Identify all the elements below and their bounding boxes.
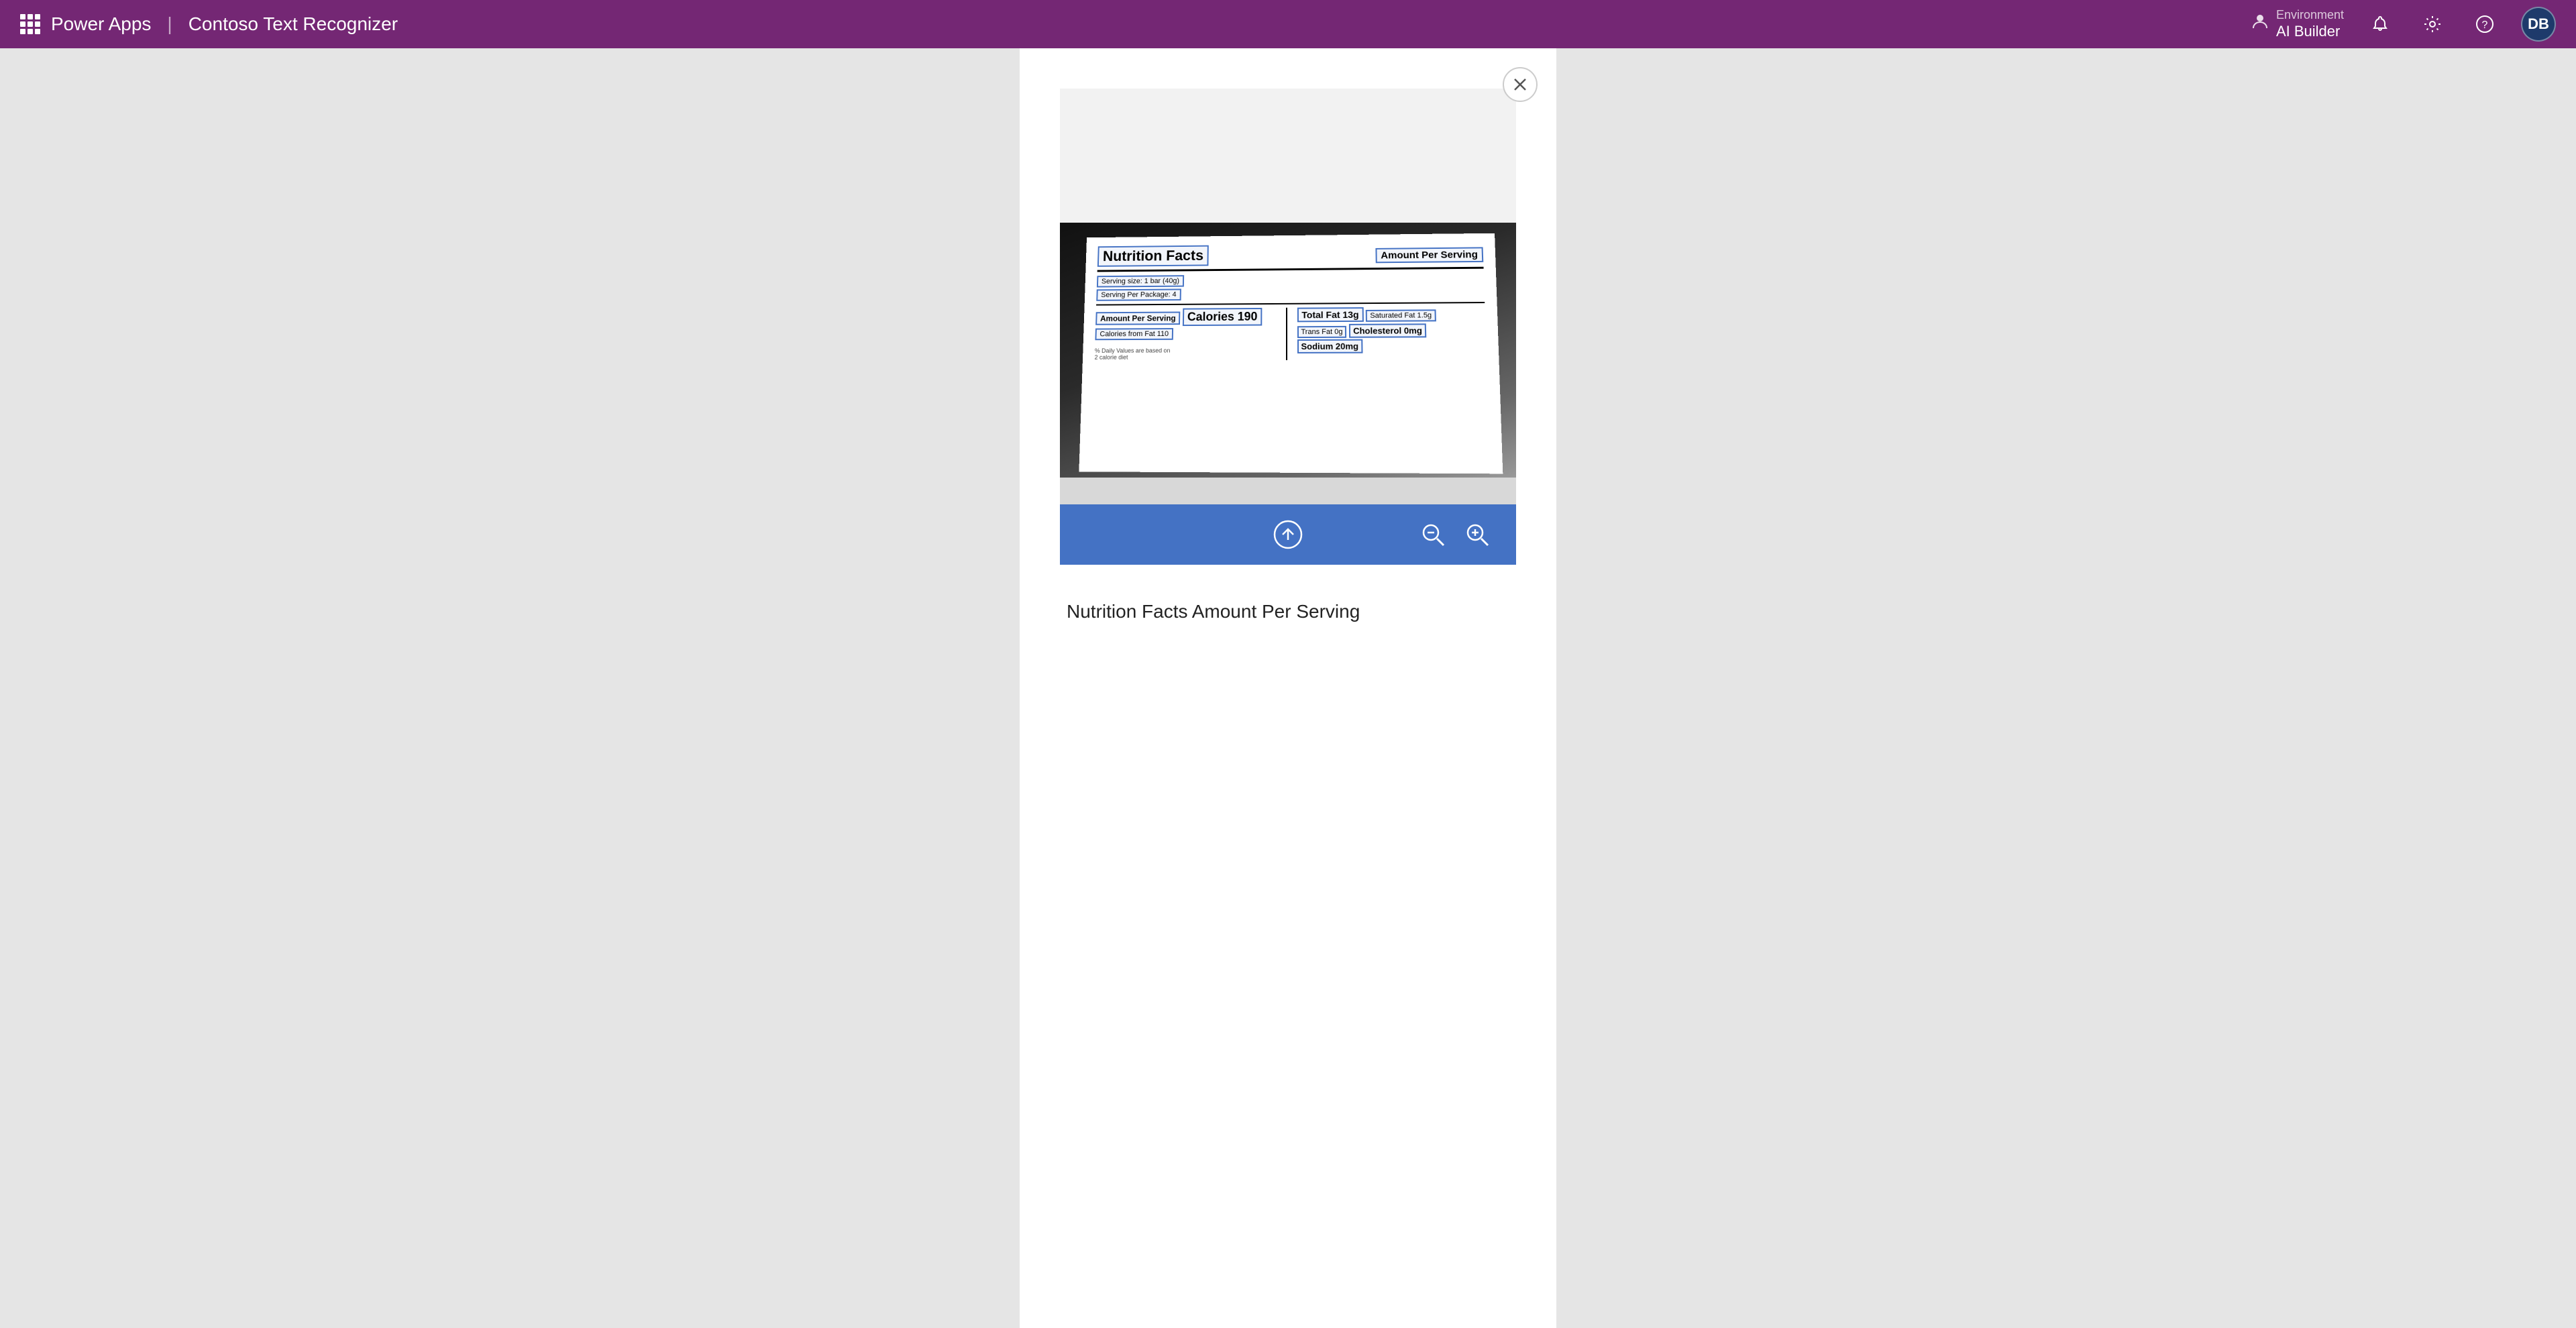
trans-fat-row: Trans Fat 0g xyxy=(1297,326,1346,338)
amount-per-serving-left: Amount Per Serving xyxy=(1095,312,1181,325)
upload-button[interactable] xyxy=(1269,516,1307,553)
zoom-out-button[interactable] xyxy=(1414,516,1452,553)
total-fat-row: Total Fat 13g xyxy=(1297,307,1363,322)
center-panel: Nutrition Facts Amount Per Serving Servi… xyxy=(1020,48,1556,1328)
environment-label: Environment xyxy=(2276,8,2344,23)
calories-row: Calories 190 xyxy=(1183,308,1263,326)
svg-text:?: ? xyxy=(2482,19,2488,31)
nutrition-image: Nutrition Facts Amount Per Serving Servi… xyxy=(1060,89,1516,504)
user-avatar[interactable]: DB xyxy=(2521,7,2556,42)
topbar: Power Apps | Contoso Text Recognizer Env… xyxy=(0,0,2576,48)
image-toolbar xyxy=(1060,504,1516,565)
environment-text: Environment AI Builder xyxy=(2276,8,2344,40)
calories-from-fat-row: Calories from Fat 110 xyxy=(1095,328,1173,340)
result-text: Nutrition Facts Amount Per Serving xyxy=(1060,565,1516,624)
close-button[interactable] xyxy=(1503,67,1538,102)
topbar-left: Power Apps | Contoso Text Recognizer xyxy=(20,13,398,35)
zoom-controls xyxy=(1414,516,1496,553)
saturated-fat-row: Saturated Fat 1.5g xyxy=(1366,309,1436,321)
image-container: Nutrition Facts Amount Per Serving Servi… xyxy=(1060,89,1516,565)
amount-per-serving-header: Amount Per Serving xyxy=(1375,247,1483,263)
topbar-right: Environment AI Builder ? DB xyxy=(2251,7,2556,42)
help-button[interactable]: ? xyxy=(2469,8,2501,40)
sodium-row: Sodium 20mg xyxy=(1297,339,1362,353)
nutrition-facts-title: Nutrition Facts xyxy=(1097,245,1209,267)
cholesterol-row: Cholesterol 0mg xyxy=(1349,323,1426,337)
environment-icon xyxy=(2251,12,2269,36)
zoom-in-button[interactable] xyxy=(1458,516,1496,553)
environment-name: AI Builder xyxy=(2276,23,2344,40)
main-content: Nutrition Facts Amount Per Serving Servi… xyxy=(0,48,2576,1328)
environment-block: Environment AI Builder xyxy=(2251,8,2344,40)
app-name: Power Apps xyxy=(51,13,151,35)
serving-per-package-row: Serving Per Package: 4 xyxy=(1096,289,1181,301)
waffle-menu-icon[interactable] xyxy=(20,14,40,34)
settings-button[interactable] xyxy=(2416,8,2449,40)
right-gray-area xyxy=(1556,48,2576,1328)
left-gray-area xyxy=(0,48,1020,1328)
notifications-button[interactable] xyxy=(2364,8,2396,40)
app-subtitle: Contoso Text Recognizer xyxy=(189,13,398,35)
calorie-diet-note: 2 calorie diet xyxy=(1094,353,1279,361)
topbar-separator: | xyxy=(167,13,172,35)
serving-size-row: Serving size: 1 bar (40g) xyxy=(1097,275,1184,287)
